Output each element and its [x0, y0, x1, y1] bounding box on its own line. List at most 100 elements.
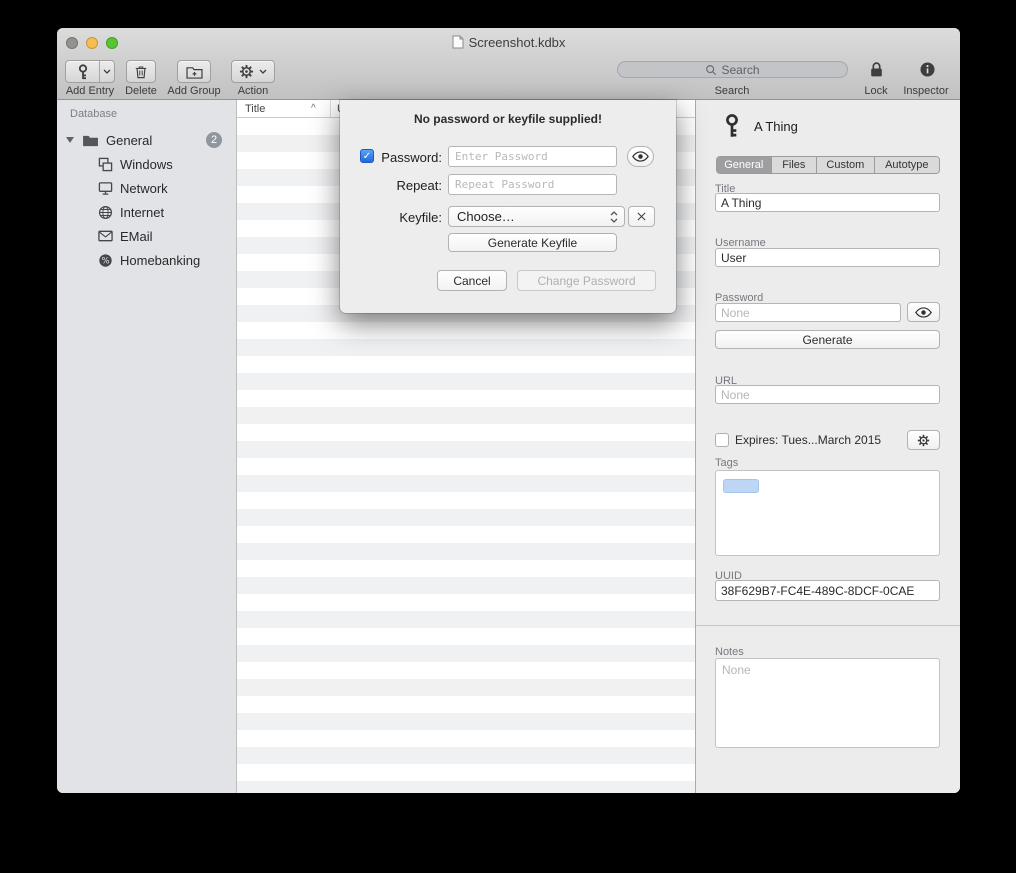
- search-toolbar-label: Search: [672, 85, 792, 97]
- sidebar-item-label: Network: [120, 181, 168, 196]
- column-header-title[interactable]: Title: [245, 103, 265, 115]
- gear-icon: [239, 64, 254, 79]
- sidebar-item-network[interactable]: Network: [57, 176, 236, 200]
- tags-label: Tags: [715, 457, 738, 469]
- sidebar-item-label: Homebanking: [120, 253, 200, 268]
- delete-button[interactable]: [126, 60, 156, 83]
- expires-settings-button[interactable]: [907, 430, 940, 450]
- inspector-panel: A Thing General Files Custom Autotype Ti…: [695, 100, 960, 793]
- folder-icon: [82, 134, 99, 147]
- title-field[interactable]: [715, 193, 940, 212]
- sidebar: Database General 2 Windows Network: [57, 100, 237, 793]
- cancel-button[interactable]: Cancel: [437, 270, 507, 291]
- sidebar-item-windows[interactable]: Windows: [57, 152, 236, 176]
- eye-icon: [632, 151, 649, 162]
- keyfile-label: Keyfile:: [360, 210, 442, 225]
- change-password-sheet: No password or keyfile supplied! ✓ Passw…: [340, 100, 676, 313]
- add-entry-button[interactable]: [65, 60, 115, 83]
- add-group-label: Add Group: [164, 85, 224, 97]
- inspector-button[interactable]: [917, 61, 937, 78]
- password-field[interactable]: [715, 303, 901, 322]
- percent-coin-icon: %: [97, 253, 113, 268]
- lock-label: Lock: [856, 85, 896, 97]
- username-field[interactable]: [715, 248, 940, 267]
- entry-title: A Thing: [754, 119, 798, 134]
- close-x-icon: [636, 211, 647, 222]
- add-entry-key-icon: [66, 61, 99, 82]
- inspector-tabs: General Files Custom Autotype: [716, 156, 940, 174]
- globe-icon: [97, 205, 113, 220]
- folder-plus-icon: [186, 65, 203, 79]
- tags-box[interactable]: [715, 470, 940, 556]
- uuid-field[interactable]: [715, 580, 940, 601]
- svg-text:%: %: [101, 255, 109, 265]
- windows-icon: [97, 157, 113, 172]
- chevron-down-icon: [259, 69, 267, 74]
- search-icon: [705, 64, 717, 76]
- change-password-button[interactable]: Change Password: [517, 270, 656, 291]
- sidebar-item-label: Windows: [120, 157, 173, 172]
- sidebar-item-label: Internet: [120, 205, 164, 220]
- expires-checkbox[interactable]: [715, 433, 729, 447]
- window-title: Screenshot.kdbx: [469, 35, 566, 50]
- sidebar-group-general[interactable]: General 2: [57, 128, 236, 152]
- sidebar-item-internet[interactable]: Internet: [57, 200, 236, 224]
- lock-button[interactable]: [865, 61, 887, 78]
- keyfile-popup[interactable]: Choose…: [448, 206, 625, 227]
- key-icon: [722, 114, 742, 138]
- repeat-label: Repeat:: [360, 178, 442, 193]
- info-icon: [919, 61, 936, 78]
- password-label: Password:: [377, 150, 442, 165]
- tab-files[interactable]: Files: [771, 157, 817, 173]
- entry-count-badge: 2: [206, 132, 222, 148]
- eye-icon: [915, 307, 932, 318]
- disclosure-triangle-icon[interactable]: [66, 137, 74, 143]
- action-button[interactable]: [231, 60, 275, 83]
- expires-label: Expires: Tues...March 2015: [735, 433, 881, 447]
- inspector-label: Inspector: [896, 85, 956, 97]
- sheet-message: No password or keyfile supplied!: [340, 112, 676, 126]
- generate-password-button[interactable]: Generate: [715, 330, 940, 349]
- lock-icon: [869, 61, 884, 78]
- search-input[interactable]: Search: [617, 61, 848, 78]
- clear-keyfile-button[interactable]: [628, 206, 655, 227]
- sidebar-item-label: EMail: [120, 229, 153, 244]
- sort-ascending-icon: ^: [311, 103, 316, 114]
- notes-label: Notes: [715, 646, 744, 658]
- add-group-button[interactable]: [177, 60, 211, 83]
- tab-autotype[interactable]: Autotype: [874, 157, 939, 173]
- tag-token[interactable]: [723, 479, 759, 493]
- sidebar-group-label: General: [106, 133, 152, 148]
- delete-label: Delete: [113, 85, 169, 97]
- column-divider[interactable]: [330, 100, 331, 117]
- add-entry-label: Add Entry: [65, 85, 115, 97]
- enter-password-input[interactable]: [448, 146, 617, 167]
- generate-keyfile-button[interactable]: Generate Keyfile: [448, 233, 617, 252]
- window-title-bar: Screenshot.kdbx: [57, 28, 960, 56]
- sidebar-item-homebanking[interactable]: % Homebanking: [57, 248, 236, 272]
- window-chrome: Screenshot.kdbx Add Entry Delete Add Gro…: [57, 28, 960, 100]
- inspector-header: A Thing: [722, 114, 798, 138]
- envelope-icon: [97, 230, 113, 242]
- sidebar-section-header: Database: [70, 108, 117, 120]
- sidebar-item-email[interactable]: EMail: [57, 224, 236, 248]
- url-field[interactable]: [715, 385, 940, 404]
- tab-custom[interactable]: Custom: [816, 157, 873, 173]
- repeat-password-input[interactable]: [448, 174, 617, 195]
- show-password-button[interactable]: [627, 146, 654, 167]
- password-enabled-checkbox[interactable]: ✓: [360, 149, 374, 163]
- network-icon: [97, 181, 113, 196]
- gear-icon: [917, 434, 930, 447]
- main-window: Screenshot.kdbx Add Entry Delete Add Gro…: [57, 28, 960, 793]
- document-icon: [452, 35, 464, 49]
- search-placeholder: Search: [721, 63, 759, 77]
- tab-general[interactable]: General: [717, 157, 771, 173]
- action-label: Action: [223, 85, 283, 97]
- chevron-down-icon[interactable]: [99, 61, 114, 82]
- popup-stepper-icon: [610, 210, 618, 224]
- trash-icon: [134, 64, 148, 79]
- notes-field[interactable]: [715, 658, 940, 748]
- inspector-divider: [696, 625, 960, 626]
- show-password-button[interactable]: [907, 302, 940, 322]
- keyfile-popup-value: Choose…: [457, 209, 610, 224]
